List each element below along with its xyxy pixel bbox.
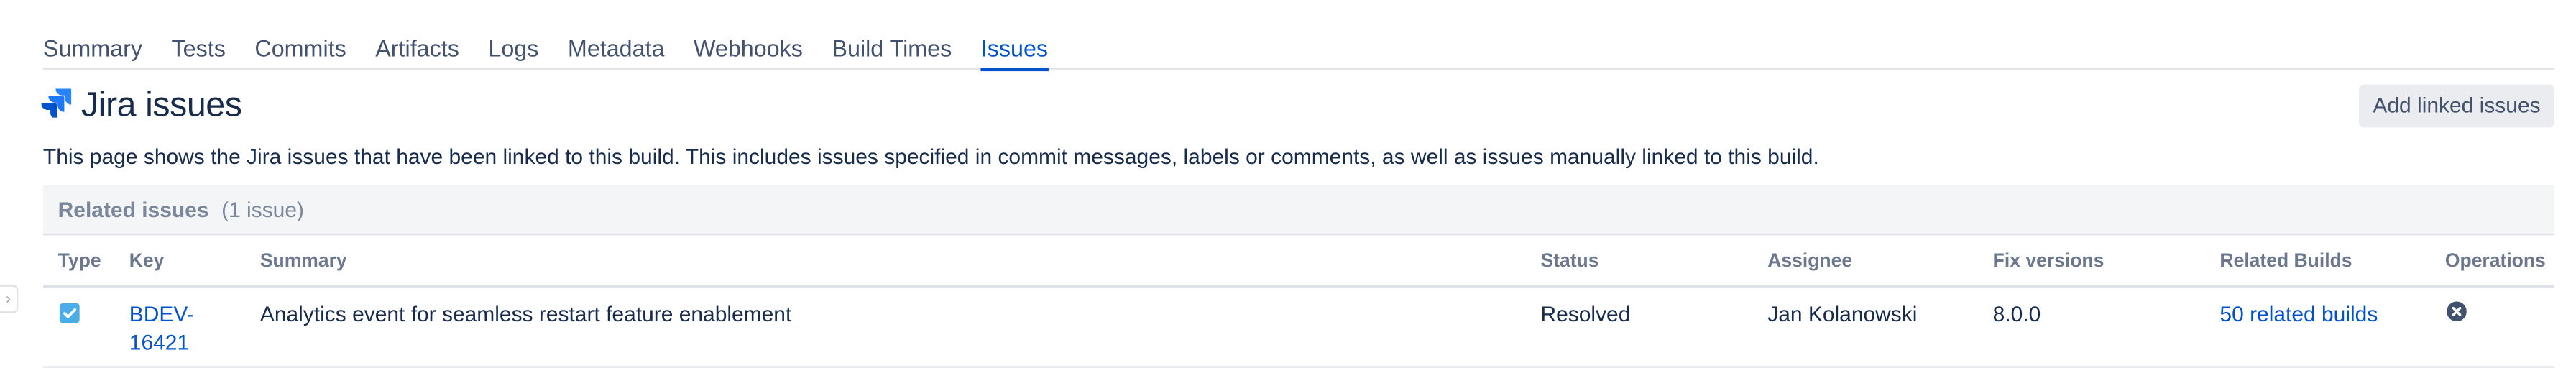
column-header-related-builds: Related Builds: [2220, 252, 2352, 272]
tab-issues[interactable]: Issues: [980, 20, 1049, 72]
build-tabs: Summary Tests Commits Artifacts Logs Met…: [42, 20, 2555, 72]
page-description: This page shows the Jira issues that hav…: [42, 144, 1819, 170]
column-header-assignee: Assignee: [1767, 252, 1853, 272]
related-issues-count: (1 issue): [221, 197, 305, 222]
issue-summary: Analytics event for seamless restart fea…: [259, 301, 792, 327]
column-header-summary: Summary: [259, 252, 347, 272]
related-builds-link[interactable]: 50 related builds: [2220, 300, 2378, 328]
expand-sidebar-handle[interactable]: ›: [0, 285, 19, 313]
issue-status: Resolved: [1540, 301, 1631, 327]
tab-tests[interactable]: Tests: [172, 20, 226, 70]
related-issues-title: Related issues: [58, 197, 209, 222]
tab-commits[interactable]: Commits: [254, 20, 346, 70]
page-title: Jira issues: [80, 86, 242, 124]
build-issues-page: › Summary Tests Commits Artifacts Logs M…: [0, 0, 2576, 391]
tab-summary[interactable]: Summary: [43, 20, 142, 70]
tab-build-times[interactable]: Build Times: [832, 20, 952, 70]
tab-metadata[interactable]: Metadata: [568, 20, 665, 70]
column-header-fix-versions: Fix versions: [1992, 252, 2104, 272]
tab-webhooks[interactable]: Webhooks: [694, 20, 803, 70]
related-issues-header: Related issues (1 issue): [42, 185, 2555, 236]
issue-key-link[interactable]: BDEV-16421: [129, 300, 206, 356]
column-header-status: Status: [1540, 252, 1599, 272]
jira-icon: [41, 88, 72, 118]
column-header-operations: Operations: [2444, 252, 2546, 272]
issue-assignee: Jan Kolanowski: [1767, 301, 1918, 327]
table-row-divider: [42, 366, 2555, 368]
column-header-type: Type: [58, 252, 101, 272]
table-header-divider: [42, 285, 2555, 289]
add-linked-issues-button[interactable]: Add linked issues: [2359, 84, 2555, 128]
tab-artifacts[interactable]: Artifacts: [375, 20, 459, 70]
column-header-key: Key: [129, 252, 165, 272]
tab-logs[interactable]: Logs: [488, 20, 538, 70]
issue-fix-versions: 8.0.0: [1992, 301, 2041, 327]
task-checkbox-icon: [59, 303, 80, 323]
remove-icon[interactable]: [2447, 301, 2467, 322]
